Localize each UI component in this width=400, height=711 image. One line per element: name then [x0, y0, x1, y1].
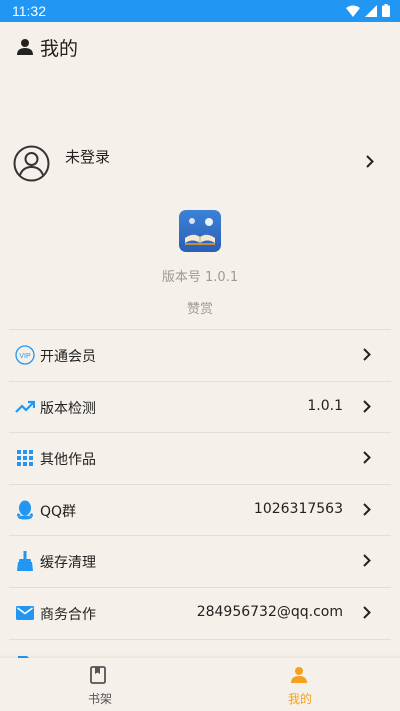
menu-item-value: 1.0.1 [307, 397, 343, 414]
person-icon [17, 39, 33, 55]
chevron-right-icon [363, 348, 371, 361]
grid-icon [15, 448, 35, 468]
page-header: 我的 [0, 22, 400, 72]
menu-item-label: 版本检测 [40, 400, 96, 417]
app-logo [179, 210, 221, 252]
menu-item-label: QQ群 [40, 503, 77, 520]
menu-item-label: 缓存清理 [40, 555, 96, 572]
chevron-right-icon [363, 399, 371, 413]
menu-item-other-works[interactable]: 其他作品 [9, 432, 391, 484]
book-icon [90, 666, 106, 684]
tab-label: 我的 [287, 692, 312, 706]
chevron-right-icon [366, 155, 374, 168]
signal-icon [365, 4, 377, 17]
reward-link[interactable]: 赞赏 [0, 298, 400, 317]
avatar-icon [13, 145, 50, 182]
chevron-right-icon [363, 451, 371, 464]
chevron-right-icon [363, 554, 371, 568]
menu-item-label: 开通会员 [40, 349, 96, 365]
menu-item-qq-group[interactable]: QQ群 1026317563 [9, 483, 391, 536]
mail-icon [15, 603, 35, 623]
menu-item-value: 284956732@qq.com [196, 603, 343, 620]
status-bar: 11:32 [0, 0, 400, 22]
wifi-icon [346, 5, 360, 17]
menu-item-label: 其他作品 [40, 452, 96, 469]
broom-icon [15, 551, 35, 572]
person-icon [291, 667, 307, 683]
version-text: 版本号 1.0.1 [161, 270, 239, 285]
qq-icon [15, 500, 35, 520]
chevron-right-icon [363, 606, 371, 619]
user-login-row[interactable]: 未登录 [0, 138, 400, 188]
chevron-right-icon [363, 503, 371, 516]
menu-item-vip[interactable]: VIP 开通会员 [9, 329, 391, 381]
settings-menu: VIP 开通会员 版本检测 1.0.1 其他作品 QQ群 1026317563 … [9, 329, 391, 690]
battery-icon [382, 4, 390, 17]
tab-mine[interactable]: 我的 [200, 658, 400, 711]
login-status-label: 未登录 [65, 148, 111, 166]
vip-icon: VIP [15, 345, 35, 365]
page-title: 我的 [40, 37, 79, 60]
tab-bookshelf[interactable]: 书架 [0, 658, 200, 711]
svg-text:VIP: VIP [19, 353, 31, 360]
menu-item-version-check[interactable]: 版本检测 1.0.1 [9, 380, 391, 433]
trending-up-icon [15, 397, 35, 417]
menu-item-value: 1026317563 [253, 500, 343, 517]
menu-item-label: 商务合作 [40, 606, 96, 623]
bottom-navigation: 书架 我的 [0, 658, 400, 711]
menu-item-clear-cache[interactable]: 缓存清理 [9, 535, 391, 587]
status-time: 11:32 [12, 3, 46, 19]
menu-item-business[interactable]: 商务合作 284956732@qq.com [9, 586, 391, 639]
tab-label: 书架 [87, 692, 112, 706]
